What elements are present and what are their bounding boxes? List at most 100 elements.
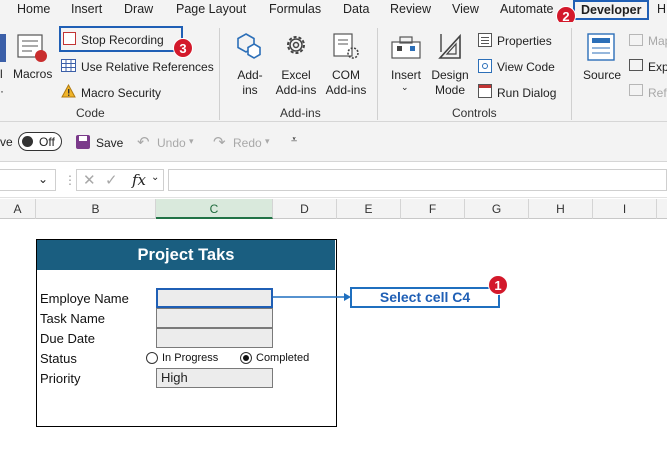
- map-properties-icon: [629, 34, 643, 46]
- refresh-data-icon: [629, 84, 643, 96]
- enter-icon[interactable]: ✓: [105, 171, 118, 189]
- column-header-a[interactable]: A: [0, 199, 36, 219]
- tab-formulas[interactable]: Formulas: [269, 2, 321, 16]
- autosave-toggle[interactable]: Off: [18, 132, 62, 151]
- task-name-cell[interactable]: [156, 308, 273, 328]
- label-status: Status: [40, 351, 77, 366]
- view-code-button[interactable]: View Code: [497, 60, 555, 74]
- xml-source-button[interactable]: Source: [583, 68, 621, 82]
- expansion-packs-button[interactable]: Exp: [648, 60, 667, 74]
- instruction-callout: Select cell C4: [350, 287, 500, 308]
- tab-automate[interactable]: Automate: [500, 2, 554, 16]
- group-label-code: Code: [76, 106, 105, 120]
- column-header-e[interactable]: E: [337, 199, 401, 219]
- excel-addins-button[interactable]: Excel Add-ins: [272, 68, 320, 98]
- toggle-state: Off: [39, 135, 55, 149]
- customize-qat-icon[interactable]: ⩡: [291, 134, 297, 147]
- tab-home[interactable]: Home: [17, 2, 50, 16]
- column-header-f[interactable]: F: [401, 199, 465, 219]
- ribbon: l · Macros Stop Recording 3 Use Relative…: [0, 22, 667, 122]
- macros-icon[interactable]: [16, 32, 50, 64]
- tab-draw[interactable]: Draw: [124, 2, 153, 16]
- chevron-down-icon[interactable]: ⌄: [401, 82, 409, 93]
- hexagon-addins-icon[interactable]: [234, 30, 264, 62]
- project-form: Project Taks Employe Name Task Name Due …: [36, 239, 337, 427]
- step-badge-3: 3: [173, 38, 193, 58]
- expansion-packs-icon: [629, 59, 643, 71]
- group-separator: [571, 28, 572, 120]
- visual-basic-label-cut: l: [0, 67, 3, 81]
- form-title: Project Taks: [37, 240, 335, 270]
- undo-icon[interactable]: ↶: [137, 133, 150, 151]
- column-header-b[interactable]: B: [36, 199, 156, 219]
- undo-button[interactable]: Undo: [157, 136, 186, 150]
- insert-control-button[interactable]: Insert: [388, 68, 424, 83]
- step-badge-1: 1: [488, 275, 508, 295]
- visual-basic-icon[interactable]: [0, 34, 6, 62]
- label-due-date: Due Date: [40, 331, 95, 346]
- formula-input[interactable]: [168, 169, 667, 191]
- quick-access-toolbar: ve Off Save ↶ Undo ▾ ↷ Redo ▾ ⩡: [0, 122, 667, 162]
- column-header-d[interactable]: D: [273, 199, 337, 219]
- column-header-h[interactable]: H: [529, 199, 593, 219]
- design-mode-icon[interactable]: [435, 30, 465, 62]
- tab-review[interactable]: Review: [390, 2, 431, 16]
- group-label-addins: Add-ins: [280, 106, 321, 120]
- formula-bar-grip-icon: ⋮: [64, 173, 76, 187]
- chevron-down-icon[interactable]: ⌄: [38, 172, 48, 186]
- column-header-row: A B C D E F G H I: [0, 199, 667, 219]
- status-option-in-progress: In Progress: [162, 352, 219, 364]
- save-icon: [76, 135, 90, 149]
- column-header-c[interactable]: C: [156, 199, 273, 219]
- tab-page-layout[interactable]: Page Layout: [176, 2, 246, 16]
- table-grid-icon: [61, 59, 76, 72]
- label-employee-name: Employe Name: [40, 291, 129, 306]
- toolbox-icon[interactable]: [390, 32, 422, 62]
- tab-insert[interactable]: Insert: [71, 2, 102, 16]
- com-addins-icon[interactable]: [331, 30, 361, 62]
- addins-button[interactable]: Add- ins: [234, 68, 266, 98]
- chevron-down-icon[interactable]: ▾: [189, 136, 194, 147]
- refresh-data-button[interactable]: Refr: [648, 86, 667, 100]
- label-task-name: Task Name: [40, 311, 106, 326]
- macro-security-button[interactable]: Macro Security: [81, 86, 161, 100]
- chevron-down-icon[interactable]: ⌄: [151, 172, 159, 183]
- tab-help-cut[interactable]: H: [657, 2, 666, 16]
- run-dialog-button[interactable]: Run Dialog: [497, 86, 556, 100]
- tab-data[interactable]: Data: [343, 2, 369, 16]
- status-radio-in-progress[interactable]: [146, 352, 158, 364]
- tab-developer[interactable]: Developer: [573, 0, 650, 20]
- stop-recording-button[interactable]: Stop Recording: [81, 33, 164, 47]
- group-separator: [219, 28, 220, 120]
- formula-bar: ⌄ ⋮ ✕ ✓ fx ⌄: [0, 162, 667, 198]
- employee-name-cell[interactable]: [156, 288, 273, 308]
- redo-button[interactable]: Redo: [233, 136, 262, 150]
- view-code-icon: [478, 59, 492, 73]
- map-properties-button[interactable]: Map: [648, 34, 667, 48]
- name-box[interactable]: ⌄: [0, 169, 56, 191]
- due-date-cell[interactable]: [156, 328, 273, 348]
- cancel-icon[interactable]: ✕: [83, 171, 96, 189]
- column-header-g[interactable]: G: [465, 199, 529, 219]
- group-label-controls: Controls: [452, 106, 497, 120]
- macros-button[interactable]: Macros: [13, 67, 52, 81]
- status-radio-completed[interactable]: [240, 352, 252, 364]
- formula-buttons: ✕ ✓ fx ⌄: [76, 169, 164, 191]
- save-button[interactable]: Save: [96, 136, 123, 150]
- com-addins-button[interactable]: COM Add-ins: [322, 68, 370, 98]
- gear-icon[interactable]: [281, 30, 311, 62]
- tab-view[interactable]: View: [452, 2, 479, 16]
- arrow-connector: [273, 293, 351, 301]
- use-relative-references-button[interactable]: Use Relative References: [81, 60, 214, 74]
- properties-button[interactable]: Properties: [497, 34, 552, 48]
- redo-icon[interactable]: ↷: [213, 133, 226, 151]
- run-dialog-icon: [478, 84, 492, 98]
- chevron-down-icon[interactable]: ▾: [265, 136, 270, 147]
- insert-function-icon[interactable]: fx: [132, 171, 146, 189]
- column-header-i[interactable]: I: [593, 199, 657, 219]
- status-option-completed: Completed: [256, 352, 310, 364]
- label-priority: Priority: [40, 371, 81, 386]
- design-mode-button[interactable]: Design Mode: [428, 68, 472, 98]
- xml-source-icon[interactable]: [586, 32, 616, 62]
- priority-cell[interactable]: High: [156, 368, 273, 388]
